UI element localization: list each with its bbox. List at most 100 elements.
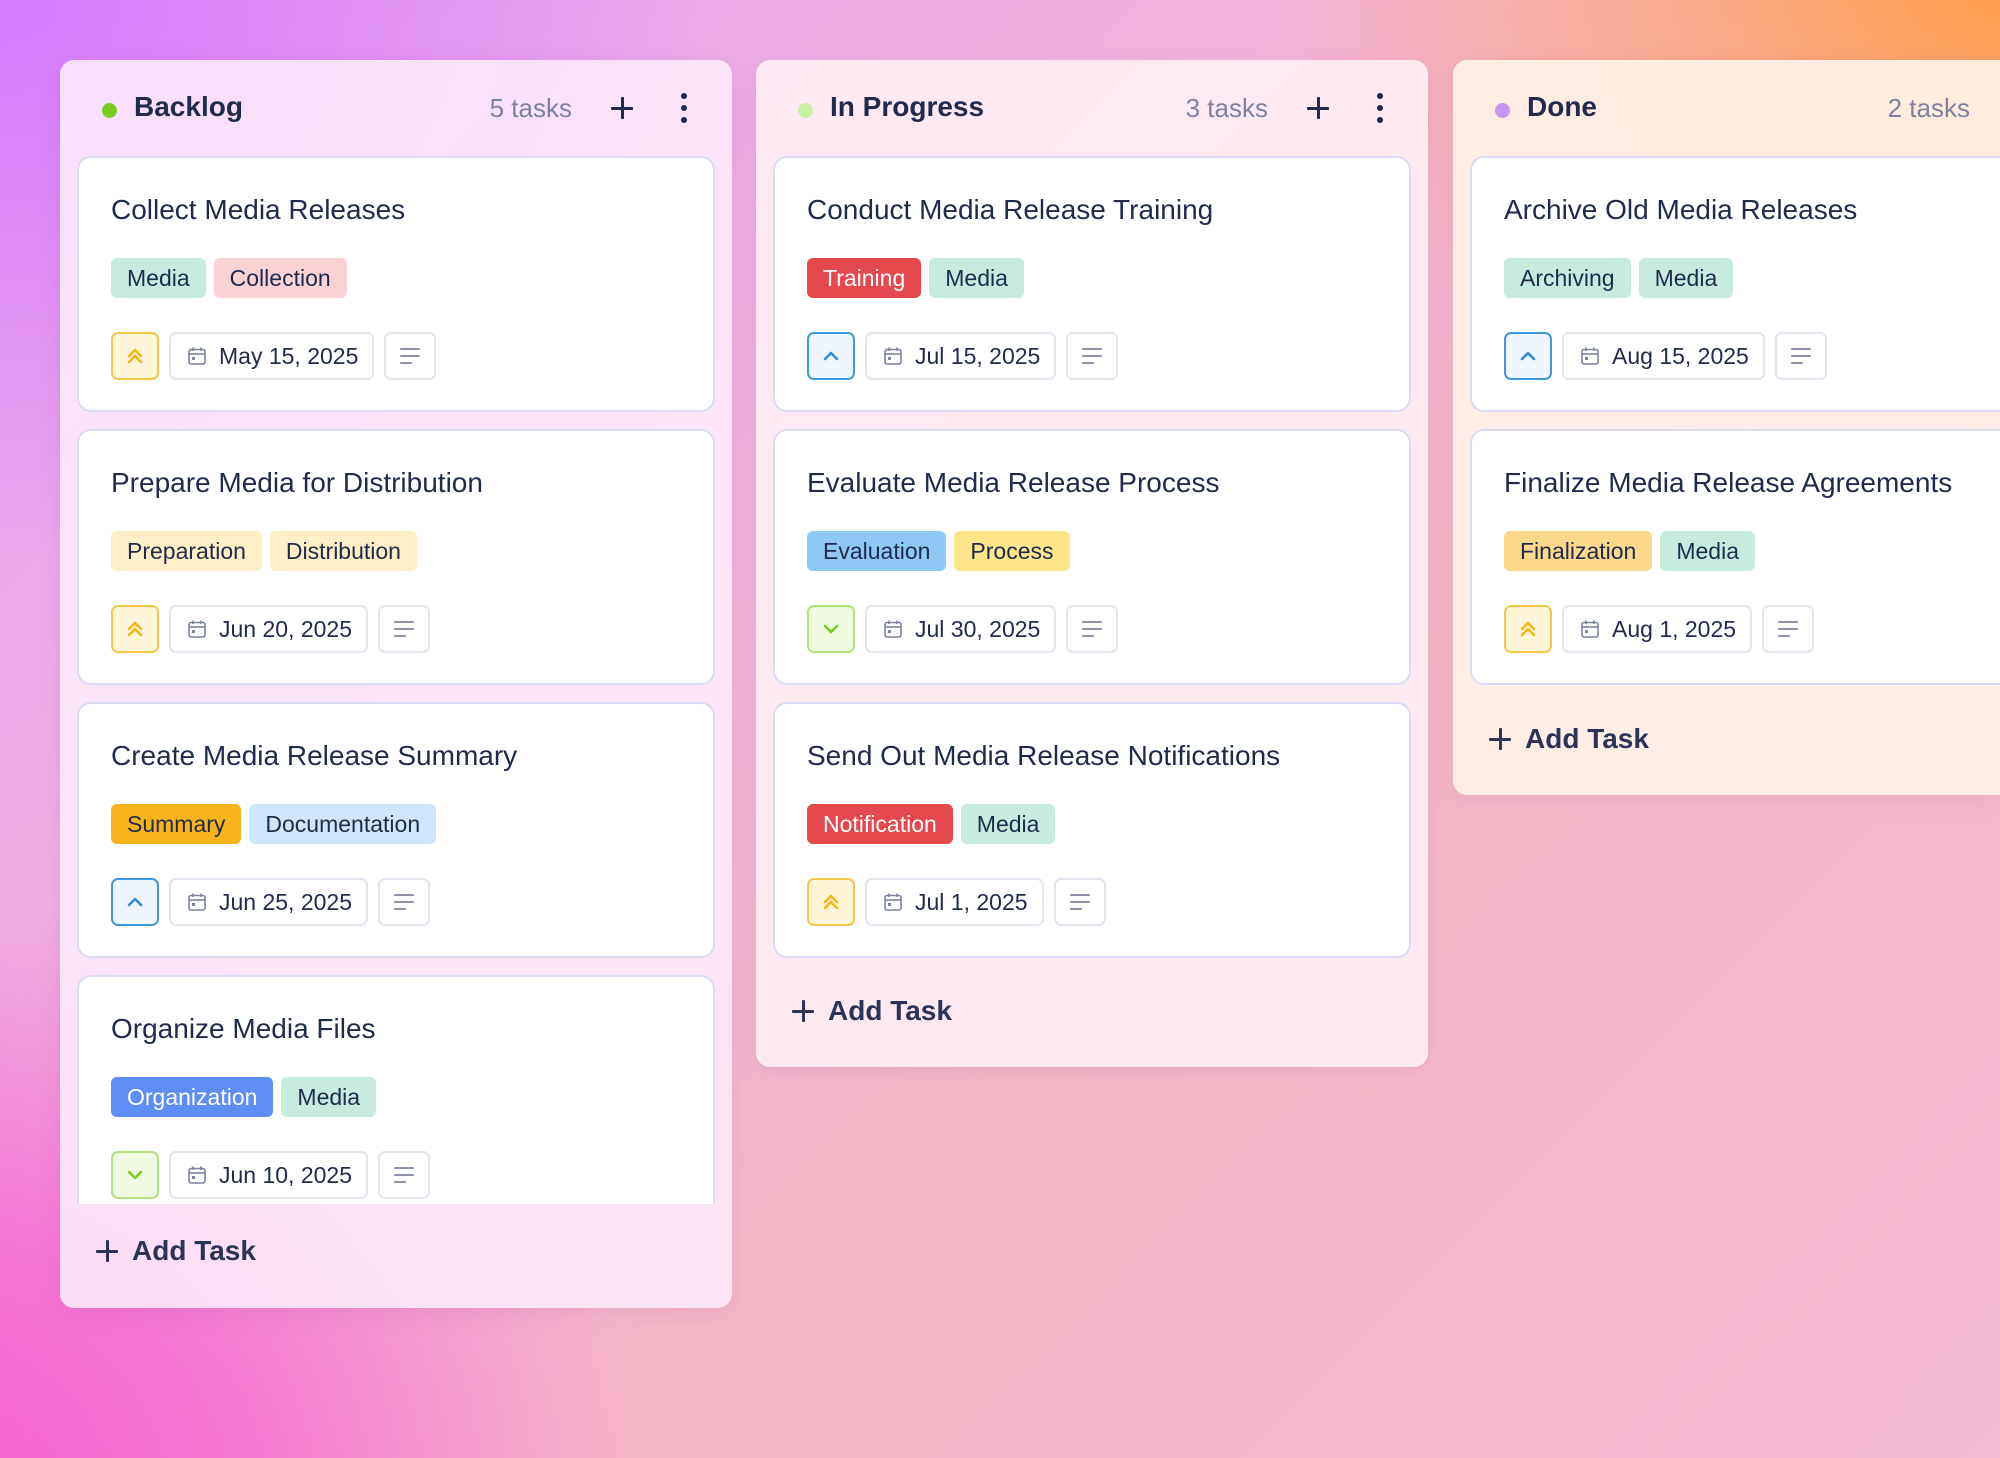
task-card[interactable]: Create Media Release Summary Summary Docu… — [77, 702, 715, 958]
tag: Media — [929, 258, 1024, 298]
card-list: Collect Media Releases Media Collection M… — [77, 156, 715, 1204]
add-task-label: Add Task — [828, 995, 952, 1026]
tag: Media — [111, 258, 206, 298]
due-date-button[interactable]: Jun 20, 2025 — [169, 605, 369, 653]
calendar-icon — [883, 619, 903, 639]
column-title: Backlog — [134, 91, 243, 122]
priority-high-icon — [820, 891, 842, 913]
due-date-button[interactable]: Aug 15, 2025 — [1562, 332, 1765, 380]
priority-low-icon — [820, 618, 842, 640]
priority-button[interactable] — [111, 332, 159, 380]
description-button[interactable] — [1066, 605, 1119, 653]
priority-button[interactable] — [111, 878, 159, 926]
card-meta: Jul 1, 2025 — [807, 878, 1106, 926]
tag: Summary — [111, 804, 242, 844]
card-meta: Aug 15, 2025 — [1504, 332, 1827, 380]
status-dot — [1495, 103, 1510, 118]
column-in-progress: In Progress 3 tasks Conduct Media Releas… — [756, 60, 1428, 1067]
tag-list: Media Collection — [111, 258, 347, 298]
task-card[interactable]: Conduct Media Release Training Training M… — [773, 156, 1411, 412]
description-button[interactable] — [1774, 332, 1827, 380]
tag: Training — [807, 258, 922, 298]
due-date-button[interactable]: Jul 15, 2025 — [865, 332, 1057, 380]
due-date-button[interactable]: May 15, 2025 — [169, 332, 375, 380]
calendar-icon — [1580, 346, 1600, 366]
more-options-button[interactable] — [1360, 88, 1400, 128]
add-task-button[interactable] — [602, 88, 642, 128]
due-date: Jul 30, 2025 — [915, 615, 1041, 642]
add-task-link[interactable]: Add Task — [1489, 723, 1649, 755]
task-card[interactable]: Collect Media Releases Media Collection M… — [77, 156, 715, 412]
tag: Organization — [111, 1077, 274, 1117]
task-card[interactable]: Evaluate Media Release Process Evaluatio… — [773, 429, 1411, 685]
priority-high-icon — [124, 618, 146, 640]
card-title: Prepare Media for Distribution — [111, 467, 483, 498]
due-date-button[interactable]: Jun 10, 2025 — [169, 1151, 369, 1199]
description-icon — [1069, 894, 1090, 910]
due-date: Jun 20, 2025 — [219, 615, 353, 642]
card-title: Organize Media Files — [111, 1013, 376, 1044]
tag: Distribution — [269, 531, 417, 571]
plus-icon — [1489, 728, 1511, 750]
priority-button[interactable] — [1504, 605, 1552, 653]
column-header: Backlog 5 tasks — [60, 60, 732, 158]
description-button[interactable] — [1053, 878, 1106, 926]
tag: Documentation — [249, 804, 437, 844]
card-meta: Jul 15, 2025 — [807, 332, 1119, 380]
priority-button[interactable] — [111, 1151, 159, 1199]
column-done: Done 2 tasks Archive Old Media Releases … — [1453, 60, 2000, 795]
column-backlog: Backlog 5 tasks Collect Media Releases M… — [60, 60, 732, 1308]
description-button[interactable] — [378, 878, 431, 926]
task-card[interactable]: Organize Media Files Organization Media J… — [77, 975, 715, 1204]
due-date-button[interactable]: Jul 30, 2025 — [865, 605, 1057, 653]
tag: Notification — [807, 804, 953, 844]
due-date: Jun 25, 2025 — [219, 888, 353, 915]
description-icon — [394, 1167, 415, 1183]
add-task-link[interactable]: Add Task — [96, 1235, 256, 1267]
description-button[interactable] — [378, 1151, 431, 1199]
add-task-button[interactable] — [1298, 88, 1338, 128]
card-list: Conduct Media Release Training Training M… — [773, 156, 1411, 975]
card-meta: Jul 30, 2025 — [807, 605, 1119, 653]
description-icon — [1778, 621, 1799, 637]
add-task-label: Add Task — [132, 1235, 256, 1266]
plus-icon — [792, 1000, 814, 1022]
card-meta: Jun 25, 2025 — [111, 878, 431, 926]
description-icon — [394, 894, 415, 910]
column-title: Done — [1527, 91, 1597, 122]
description-button[interactable] — [384, 332, 437, 380]
tag-list: Notification Media — [807, 804, 1056, 844]
tag: Media — [1660, 531, 1755, 571]
priority-button[interactable] — [807, 332, 855, 380]
due-date-button[interactable]: Jul 1, 2025 — [865, 878, 1044, 926]
priority-low-icon — [124, 1164, 146, 1186]
description-button[interactable] — [1066, 332, 1119, 380]
more-vertical-icon — [1377, 93, 1383, 123]
tag-list: Preparation Distribution — [111, 531, 417, 571]
task-card[interactable]: Archive Old Media Releases Archiving Medi… — [1470, 156, 2000, 412]
card-title: Send Out Media Release Notifications — [807, 740, 1281, 771]
task-card[interactable]: Finalize Media Release Agreements Finali… — [1470, 429, 2000, 685]
description-icon — [1790, 348, 1811, 364]
task-card[interactable]: Send Out Media Release Notifications Not… — [773, 702, 1411, 958]
add-task-link[interactable]: Add Task — [792, 995, 952, 1027]
calendar-icon — [187, 346, 207, 366]
tag-list: Finalization Media — [1504, 531, 1755, 571]
task-card[interactable]: Prepare Media for Distribution Preparati… — [77, 429, 715, 685]
due-date-button[interactable]: Jun 25, 2025 — [169, 878, 369, 926]
priority-button[interactable] — [111, 605, 159, 653]
tag: Finalization — [1504, 531, 1653, 571]
more-options-button[interactable] — [664, 88, 704, 128]
column-title: In Progress — [830, 91, 985, 122]
priority-button[interactable] — [807, 605, 855, 653]
description-icon — [394, 621, 415, 637]
column-header: Done 2 tasks — [1453, 60, 2000, 158]
priority-button[interactable] — [807, 878, 855, 926]
priority-button[interactable] — [1504, 332, 1552, 380]
priority-medium-icon — [820, 345, 842, 367]
description-button[interactable] — [1762, 605, 1815, 653]
due-date-button[interactable]: Aug 1, 2025 — [1562, 605, 1753, 653]
description-button[interactable] — [378, 605, 431, 653]
calendar-icon — [883, 346, 903, 366]
card-meta: May 15, 2025 — [111, 332, 437, 380]
